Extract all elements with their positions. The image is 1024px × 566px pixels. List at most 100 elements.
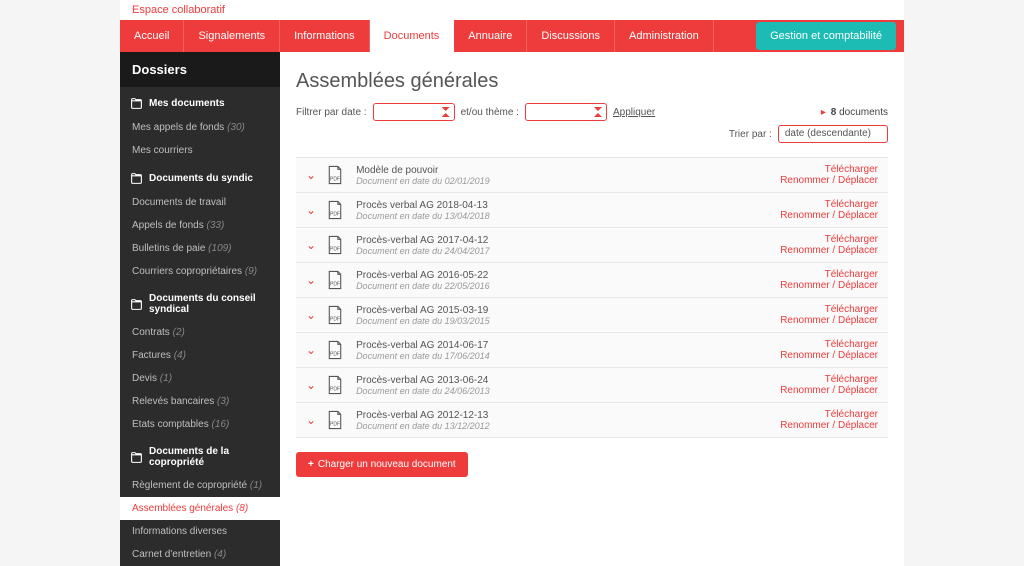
document-title: Procès-verbal AG 2015-03-19 xyxy=(356,305,780,316)
document-date: Document en date du 17/06/2014 xyxy=(356,351,780,361)
expand-icon[interactable]: ⌄ xyxy=(306,273,316,287)
rename-move-link[interactable]: Renommer / Déplacer xyxy=(780,420,878,431)
document-title: Procès-verbal AG 2016-05-22 xyxy=(356,270,780,281)
nav-signalements[interactable]: Signalements xyxy=(184,20,280,52)
doc-count: ▸ 8 documents xyxy=(821,107,888,118)
sidebar-item[interactable]: Assemblées générales (8) xyxy=(120,497,280,520)
sidebar-item[interactable]: Devis (1) xyxy=(120,367,280,390)
upload-document-button[interactable]: +Charger un nouveau document xyxy=(296,452,468,477)
document-list: ⌄PDFModèle de pouvoirDocument en date du… xyxy=(296,157,888,438)
document-title: Procès verbal AG 2018-04-13 xyxy=(356,200,780,211)
document-date: Document en date du 24/04/2017 xyxy=(356,246,780,256)
sidebar-item[interactable]: Etats comptables (16) xyxy=(120,413,280,436)
document-title: Procès-verbal AG 2013-06-24 xyxy=(356,375,780,386)
document-row: ⌄ PDF Procès-verbal AG 2016-05-22Document … xyxy=(296,263,888,298)
nav-gestion-comptabilite[interactable]: Gestion et comptabilité xyxy=(756,22,896,50)
sidebar-item[interactable]: Contrats (2) xyxy=(120,321,280,344)
page-title: Assemblées générales xyxy=(296,70,888,93)
sidebar-section-header: Documents du syndic xyxy=(120,162,280,191)
nav-accueil[interactable]: Accueil xyxy=(120,20,184,52)
svg-text:PDF: PDF xyxy=(330,212,340,218)
document-date: Document en date du 19/03/2015 xyxy=(356,316,780,326)
filter-apply-link[interactable]: Appliquer xyxy=(613,107,655,118)
document-row: ⌄ PDF Procès-verbal AG 2012-12-13Document … xyxy=(296,403,888,438)
filter-theme-select[interactable] xyxy=(525,103,607,121)
expand-icon[interactable]: ⌄ xyxy=(306,238,316,252)
svg-text:PDF: PDF xyxy=(330,352,340,358)
sidebar-section-header: Documents du conseil syndical xyxy=(120,283,280,321)
filter-date-select[interactable] xyxy=(373,103,455,121)
sidebar-item[interactable]: Factures (4) xyxy=(120,344,280,367)
rename-move-link[interactable]: Renommer / Déplacer xyxy=(780,210,878,221)
download-link[interactable]: Télécharger xyxy=(780,199,878,210)
svg-text:PDF: PDF xyxy=(330,247,340,253)
sidebar-item[interactable]: Appels de fonds (33) xyxy=(120,214,280,237)
sidebar-item[interactable]: Documents de travail xyxy=(120,191,280,214)
sidebar-item[interactable]: Carnet d'entretien (4) xyxy=(120,543,280,566)
sidebar-section-header: Documents de la copropriété xyxy=(120,436,280,474)
svg-text:PDF: PDF xyxy=(330,422,340,428)
expand-icon[interactable]: ⌄ xyxy=(306,413,316,427)
sort-select[interactable]: date (descendante) xyxy=(778,125,888,143)
filter-theme-label: et/ou thème : xyxy=(461,107,519,118)
sidebar-item[interactable]: Relevés bancaires (3) xyxy=(120,390,280,413)
document-row: ⌄ PDF Procès-verbal AG 2014-06-17Document … xyxy=(296,333,888,368)
sidebar-item[interactable]: Règlement de copropriété (1) xyxy=(120,474,280,497)
main-nav: AccueilSignalementsInformationsDocuments… xyxy=(120,20,904,52)
sidebar-item[interactable]: Mes appels de fonds (30) xyxy=(120,116,280,139)
document-row: ⌄PDFProcès-verbal AG 2017-04-12Document … xyxy=(296,228,888,263)
nav-documents[interactable]: Documents xyxy=(370,20,455,52)
main-content: Assemblées générales Filtrer par date : … xyxy=(280,52,904,566)
expand-icon[interactable]: ⌄ xyxy=(306,203,316,217)
rename-move-link[interactable]: Renommer / Déplacer xyxy=(780,315,878,326)
document-title: Procès-verbal AG 2014-06-17 xyxy=(356,340,780,351)
download-link[interactable]: Télécharger xyxy=(780,374,878,385)
download-link[interactable]: Télécharger xyxy=(780,339,878,350)
svg-text:PDF: PDF xyxy=(330,282,340,288)
document-date: Document en date du 13/12/2012 xyxy=(356,421,780,431)
nav-administration[interactable]: Administration xyxy=(615,20,714,52)
svg-text:PDF: PDF xyxy=(330,387,340,393)
expand-icon[interactable]: ⌄ xyxy=(306,308,316,322)
nav-informations[interactable]: Informations xyxy=(280,20,370,52)
document-date: Document en date du 24/06/2013 xyxy=(356,386,780,396)
rename-move-link[interactable]: Renommer / Déplacer xyxy=(780,245,878,256)
document-row: ⌄ PDF Procès verbal AG 2018-04-13Document … xyxy=(296,193,888,228)
document-date: Document en date du 13/04/2018 xyxy=(356,211,780,221)
sidebar-item[interactable]: Mes courriers xyxy=(120,139,280,162)
rename-move-link[interactable]: Renommer / Déplacer xyxy=(780,385,878,396)
rename-move-link[interactable]: Renommer / Déplacer xyxy=(780,280,878,291)
expand-icon[interactable]: ⌄ xyxy=(306,378,316,392)
sidebar-item[interactable]: Courriers copropriétaires (9) xyxy=(120,260,280,283)
document-row: ⌄ PDF Modèle de pouvoirDocument en date du… xyxy=(296,158,888,193)
download-link[interactable]: Télécharger xyxy=(780,409,878,420)
sidebar-item[interactable]: Informations diverses xyxy=(120,520,280,543)
expand-icon[interactable]: ⌄ xyxy=(306,168,316,182)
nav-annuaire[interactable]: Annuaire xyxy=(454,20,527,52)
expand-icon[interactable]: ⌄ xyxy=(306,343,316,357)
download-link[interactable]: Télécharger xyxy=(780,304,878,315)
rename-move-link[interactable]: Renommer / Déplacer xyxy=(780,175,878,186)
nav-discussions[interactable]: Discussions xyxy=(527,20,615,52)
chevron-right-icon: ▸ xyxy=(821,107,826,118)
filter-date-label: Filtrer par date : xyxy=(296,107,367,118)
download-link[interactable]: Télécharger xyxy=(780,164,878,175)
sidebar: Dossiers Mes documentsMes appels de fond… xyxy=(120,52,280,566)
rename-move-link[interactable]: Renommer / Déplacer xyxy=(780,350,878,361)
workspace-label: Espace collaboratif xyxy=(120,0,904,20)
document-title: Procès-verbal AG 2012-12-13 xyxy=(356,410,780,421)
sidebar-title: Dossiers xyxy=(120,52,280,87)
download-link[interactable]: Télécharger xyxy=(780,269,878,280)
document-row: ⌄ PDF Procès-verbal AG 2015-03-19Document … xyxy=(296,298,888,333)
download-link[interactable]: Télécharger xyxy=(780,234,878,245)
document-date: Document en date du 22/05/2016 xyxy=(356,281,780,291)
plus-icon: + xyxy=(308,459,314,470)
svg-text:PDF: PDF xyxy=(330,177,340,183)
svg-text:PDF: PDF xyxy=(330,317,340,323)
sort-label: Trier par : xyxy=(729,129,772,140)
document-title: Modèle de pouvoir xyxy=(356,165,780,176)
sidebar-item[interactable]: Bulletins de paie (109) xyxy=(120,237,280,260)
document-date: Document en date du 02/01/2019 xyxy=(356,176,780,186)
document-row: ⌄ PDF Procès-verbal AG 2013-06-24Document … xyxy=(296,368,888,403)
sidebar-section-header: Mes documents xyxy=(120,87,280,116)
